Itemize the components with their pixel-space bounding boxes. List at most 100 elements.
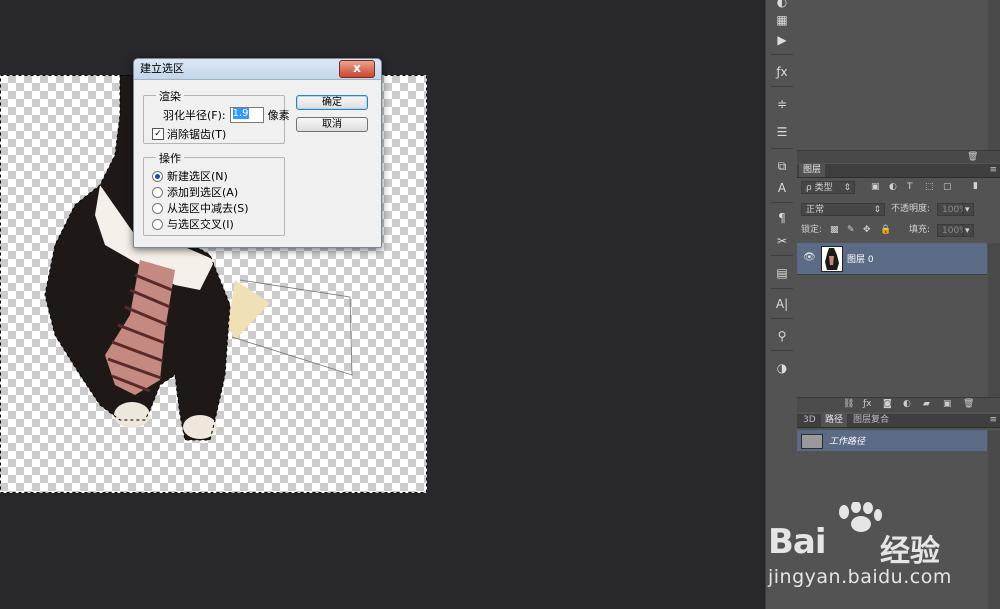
- feather-unit: 像素: [267, 109, 290, 122]
- top-panel-scrollbar[interactable]: [988, 0, 1000, 150]
- lock-paint-icon[interactable]: ✎: [847, 224, 855, 237]
- chevron-down-icon: ⇕: [843, 183, 851, 193]
- layers-tabbar: 图层 ≡: [797, 164, 1000, 178]
- feather-label: 羽化半径(F):: [163, 109, 226, 122]
- trash-icon[interactable]: 🗑: [967, 152, 978, 162]
- divider: [771, 350, 793, 351]
- lock-label: 锁定:: [801, 225, 823, 235]
- lock-position-icon[interactable]: ✥: [863, 224, 871, 237]
- tab-layers[interactable]: 图层: [799, 164, 826, 177]
- fill-label: 填充:: [909, 225, 931, 235]
- feather-radius-input[interactable]: 1.9: [229, 107, 264, 123]
- histogram-icon[interactable]: ◑: [772, 360, 792, 376]
- paw-logo-icon: [839, 502, 882, 532]
- new-layer-icon[interactable]: ▣: [943, 399, 952, 409]
- operation-label: 从选区中减去(S): [167, 202, 249, 215]
- new-group-icon[interactable]: ▰: [923, 399, 930, 409]
- actions-play-icon[interactable]: ▶: [772, 32, 792, 48]
- cancel-button[interactable]: 取消: [296, 117, 368, 132]
- adjustment-layer-icon[interactable]: ◐: [903, 399, 911, 409]
- opacity-dropdown-icon[interactable]: ▾: [963, 203, 974, 216]
- panel-menu-icon[interactable]: ≡: [989, 164, 997, 177]
- layer-row[interactable]: 👁 图层 0: [797, 243, 987, 275]
- operation-group-label: 操作: [156, 150, 184, 166]
- render-group-label: 渲染: [156, 88, 184, 104]
- path-name[interactable]: 工作路径: [829, 434, 865, 447]
- panel-menu-icon[interactable]: ≡: [989, 414, 997, 427]
- layers-footer: ⛓ ƒx ◙ ◐ ▰ ▣ 🗑: [797, 397, 1000, 412]
- render-group: 渲染 羽化半径(F): 1.9 像素 ✓ 消除锯齿(T): [143, 88, 290, 144]
- layer-thumbnail: [821, 246, 843, 272]
- operation-label: 新建选区(N): [167, 170, 228, 183]
- antialias-checkbox[interactable]: ✓: [152, 128, 164, 140]
- radio-new-selection[interactable]: [152, 170, 163, 182]
- swatches-icon[interactable]: ▦: [772, 12, 792, 28]
- clone-source-icon[interactable]: ⧉: [772, 158, 792, 174]
- ok-button[interactable]: 确定: [296, 95, 368, 110]
- operation-group: 操作 新建选区(N) 添加到选区(A) 从选区中减去(S) 与选区交叉(I): [143, 150, 285, 236]
- layer-filter-select[interactable]: ρ 类型 ⇕: [801, 181, 855, 194]
- divider: [771, 255, 793, 256]
- operation-option[interactable]: 从选区中减去(S): [152, 200, 249, 216]
- operation-option[interactable]: 添加到选区(A): [152, 184, 238, 200]
- filter-smart-icon[interactable]: ▢: [943, 181, 952, 194]
- opacity-input[interactable]: 100%: [937, 203, 968, 216]
- radio-add-selection[interactable]: [152, 186, 163, 198]
- properties-icon[interactable]: ☰: [772, 124, 792, 140]
- tool-presets-icon[interactable]: ✂: [772, 233, 792, 249]
- layer-style-fx-icon[interactable]: ƒx: [863, 399, 872, 409]
- link-layers-icon[interactable]: ⛓: [843, 399, 854, 409]
- opacity-label: 不透明度:: [891, 204, 931, 214]
- blend-mode-value: 正常: [806, 205, 825, 215]
- notes-icon[interactable]: ▤: [772, 265, 792, 281]
- layers-scrollbar[interactable]: [988, 243, 1000, 397]
- delete-layer-icon[interactable]: 🗑: [963, 399, 974, 409]
- divider: [771, 318, 793, 319]
- top-panel: [797, 0, 1000, 150]
- tab-paths[interactable]: 路径: [821, 414, 848, 427]
- fill-input[interactable]: 100%: [937, 224, 968, 237]
- radio-intersect-selection[interactable]: [152, 218, 163, 230]
- glyph-icon[interactable]: A|: [772, 296, 792, 312]
- divider: [771, 54, 793, 55]
- filter-adjust-icon[interactable]: ◐: [889, 181, 897, 194]
- tab-layer-comps[interactable]: 图层复合: [849, 414, 893, 427]
- blend-mode-select[interactable]: 正常 ⇕: [801, 203, 885, 216]
- operation-option[interactable]: 与选区交叉(I): [152, 216, 234, 232]
- fill-dropdown-icon[interactable]: ▾: [963, 224, 974, 237]
- color-icon[interactable]: ◐: [772, 0, 792, 10]
- watermark-brand-cn: 经验: [880, 534, 940, 569]
- styles-fx-icon[interactable]: ƒx: [772, 64, 792, 80]
- lock-transparent-icon[interactable]: ▩: [830, 224, 839, 237]
- lock-all-icon[interactable]: 🔒: [880, 224, 891, 237]
- radio-subtract-selection[interactable]: [152, 202, 163, 214]
- make-selection-dialog: 建立选区 x 渲染 羽化半径(F): 1.9 像素 ✓ 消除锯齿(T) 操作 新…: [133, 58, 382, 248]
- visibility-eye-icon[interactable]: 👁: [803, 252, 816, 263]
- baidu-watermark: Bai 经验 jingyan.baidu.com: [768, 500, 998, 600]
- operation-label: 添加到选区(A): [167, 186, 239, 199]
- filter-toggle-icon[interactable]: ▮: [973, 180, 978, 193]
- top-panel-footer: 🗑: [797, 150, 1000, 163]
- antialias-row[interactable]: ✓ 消除锯齿(T): [152, 126, 226, 142]
- operation-label: 与选区交叉(I): [167, 218, 234, 231]
- paragraph-icon[interactable]: ¶: [772, 210, 792, 226]
- antialias-label: 消除锯齿(T): [167, 128, 227, 141]
- adjustments-icon[interactable]: ≑: [772, 96, 792, 112]
- dialog-close-button[interactable]: x: [339, 60, 375, 78]
- watermark-brand: Bai: [768, 522, 827, 562]
- filter-type-icon[interactable]: T: [907, 181, 913, 194]
- tab-3d[interactable]: 3D: [799, 414, 820, 427]
- divider: [771, 148, 793, 149]
- layer-name[interactable]: 图层 0: [847, 252, 874, 265]
- filter-pixel-icon[interactable]: ▣: [871, 181, 880, 194]
- add-mask-icon[interactable]: ◙: [883, 399, 892, 409]
- operation-option[interactable]: 新建选区(N): [152, 168, 228, 184]
- divider: [771, 86, 793, 87]
- character-icon[interactable]: A: [772, 180, 792, 196]
- path-thumbnail: [801, 434, 823, 449]
- brush-presets-icon[interactable]: ⚲: [772, 328, 792, 344]
- chevron-down-icon: ⇕: [873, 205, 881, 215]
- path-row[interactable]: 工作路径: [797, 430, 987, 451]
- filter-shape-icon[interactable]: ⬚: [925, 181, 934, 194]
- paths-tabbar: 3D 路径 图层复合 ≡: [797, 414, 1000, 428]
